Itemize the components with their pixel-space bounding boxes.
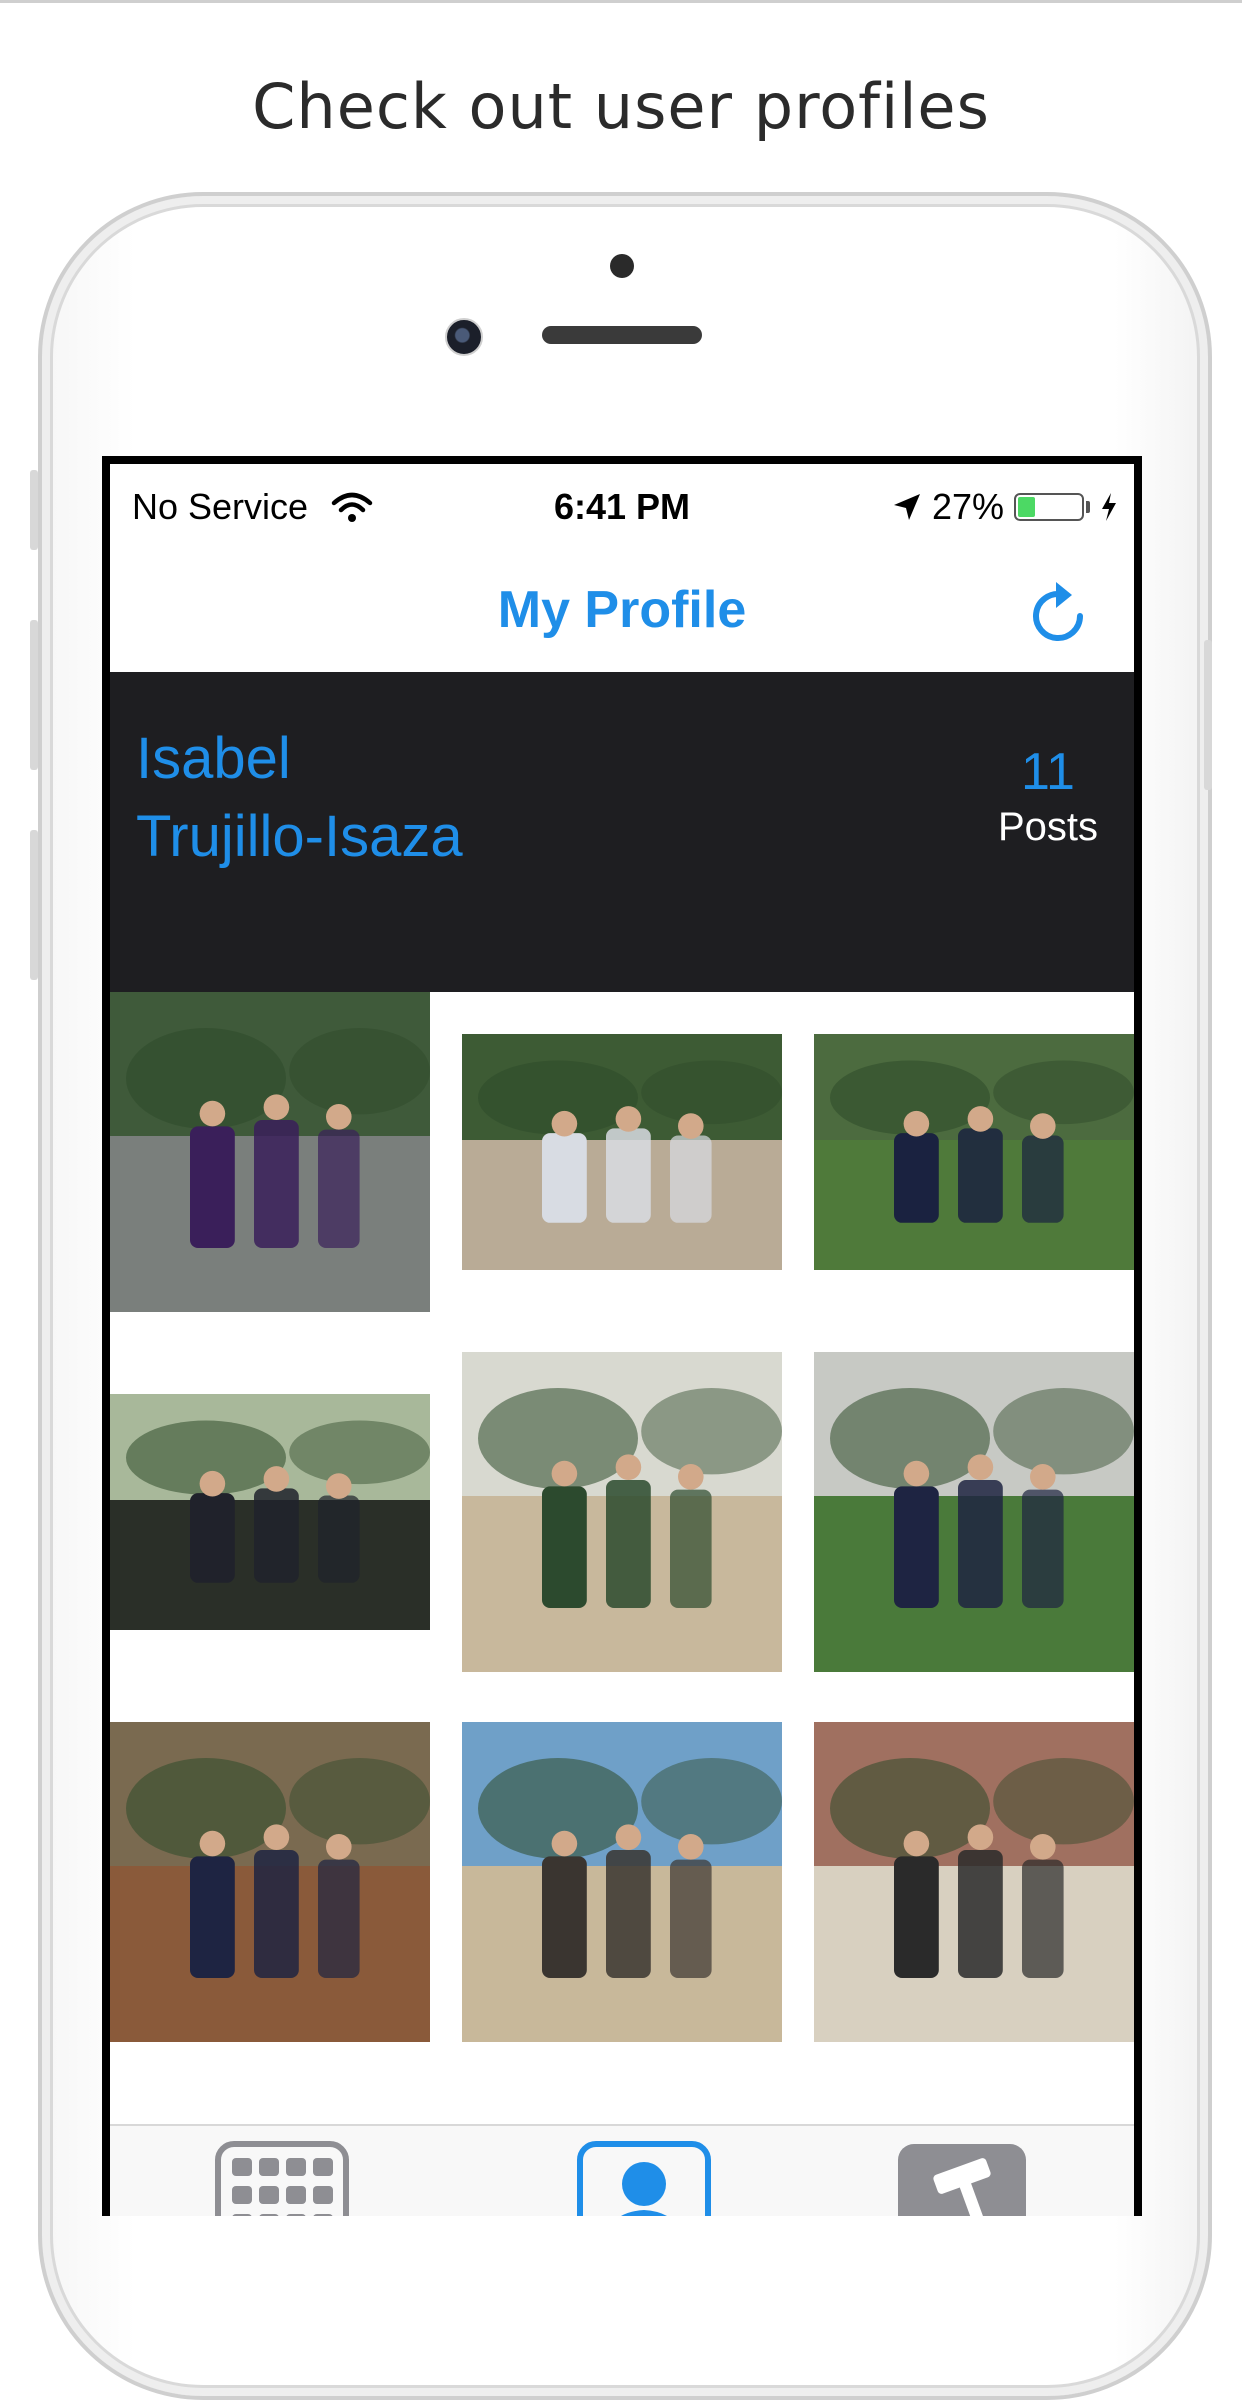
tab-feed[interactable] — [214, 2140, 350, 2216]
photo-thumbnail-washington-monument[interactable] — [462, 1352, 782, 1672]
app-view: No Service 6:41 PM 27% My Profile Isabel… — [110, 464, 1134, 2216]
profile-icon — [577, 2141, 711, 2216]
front-camera — [445, 318, 483, 356]
battery-percent: 27% — [931, 486, 1004, 527]
post-count: 11 — [1020, 743, 1075, 801]
charging-bolt-icon — [1102, 493, 1116, 521]
photo-thumbnail-bench-friends[interactable] — [110, 1722, 430, 2042]
refresh-icon[interactable] — [1020, 578, 1096, 654]
user-last-name: Trujillo-Isaza — [136, 804, 463, 869]
photo-grid — [110, 992, 1134, 2092]
photo-thumbnail-family-formal[interactable] — [110, 1394, 430, 1630]
user-name: Isabel Trujillo-Isaza — [136, 720, 836, 876]
status-right-group: 27% — [892, 486, 1118, 528]
battery-icon — [1014, 493, 1084, 521]
volume-down-button — [30, 830, 38, 980]
photo-thumbnail-dinner-table[interactable] — [110, 992, 430, 1312]
tab-bar — [110, 2124, 1134, 2216]
navigation-bar: My Profile — [110, 550, 1134, 672]
power-button — [1204, 640, 1212, 790]
posts-label: Posts — [997, 805, 1098, 849]
mute-switch — [30, 470, 38, 550]
page-headline: Check out user profiles — [252, 70, 990, 143]
settings-hammer-icon — [898, 2144, 1026, 2216]
photo-thumbnail-group-on-bench[interactable] — [462, 1034, 782, 1270]
top-divider — [0, 0, 1242, 3]
tab-settings[interactable] — [894, 2140, 1030, 2216]
feed-grid-icon — [215, 2141, 349, 2216]
user-first-name: Isabel — [136, 726, 291, 791]
photo-thumbnail-apartment-facade[interactable] — [814, 1722, 1134, 2042]
location-arrow-icon — [893, 494, 920, 520]
nav-title: My Profile — [497, 581, 747, 639]
proximity-sensor — [610, 254, 634, 278]
photo-thumbnail-plaza-stairs[interactable] — [462, 1722, 782, 2042]
volume-up-button — [30, 620, 38, 770]
battery-cap — [1086, 501, 1090, 513]
tab-profile[interactable] — [576, 2140, 712, 2216]
profile-header: Isabel Trujillo-Isaza 11 Posts — [110, 672, 1134, 992]
phone-screen: No Service 6:41 PM 27% My Profile Isabel… — [102, 456, 1142, 2216]
photo-thumbnail-campus-lawn[interactable] — [814, 1352, 1134, 1672]
earpiece-speaker — [542, 326, 702, 344]
status-bar: No Service 6:41 PM 27% — [110, 464, 1134, 550]
photo-thumbnail-soccer-team[interactable] — [814, 1034, 1134, 1270]
post-count-group: 11 Posts — [998, 742, 1098, 852]
